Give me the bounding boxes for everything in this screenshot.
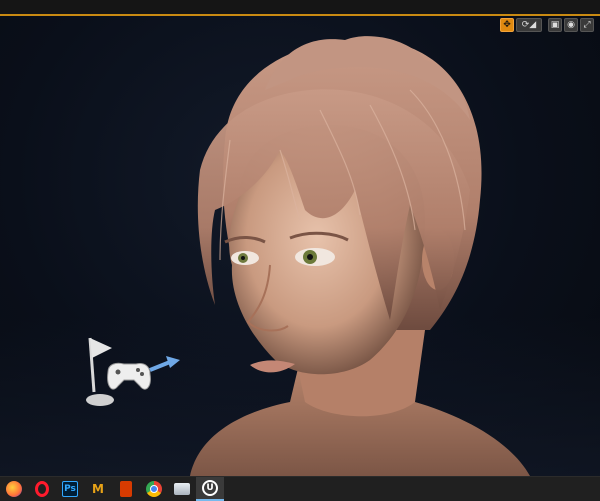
editor-top-bar: [0, 0, 600, 16]
firefox-icon: [6, 481, 22, 497]
os-taskbar: Ps M U: [0, 476, 600, 501]
taskbar-maya[interactable]: M: [84, 477, 112, 501]
camera-speed-icon[interactable]: ◉: [564, 18, 578, 32]
taskbar-opera[interactable]: [28, 477, 56, 501]
scale-snap-icon[interactable]: ▣: [548, 18, 562, 32]
unreal-engine-icon: U: [202, 480, 218, 496]
rotate-snap-icon[interactable]: ⟳◢: [516, 18, 542, 32]
office-icon: [120, 481, 132, 497]
viewport-toolbar: ✥ ⟳◢ ▣ ◉ ⤢: [500, 18, 594, 32]
taskbar-chrome[interactable]: [140, 477, 168, 501]
character-portrait[interactable]: [170, 30, 530, 476]
taskbar-photoshop[interactable]: Ps: [56, 477, 84, 501]
file-explorer-icon: [174, 483, 190, 495]
transform-gizmo-icon[interactable]: ✥: [500, 18, 514, 32]
maximize-viewport-icon[interactable]: ⤢: [580, 18, 594, 32]
taskbar-unreal-engine[interactable]: U: [196, 477, 224, 501]
taskbar-file-explorer[interactable]: [168, 477, 196, 501]
player-start-icon[interactable]: [78, 334, 183, 414]
taskbar-firefox[interactable]: [0, 477, 28, 501]
maya-icon: M: [92, 482, 104, 496]
opera-icon: [35, 481, 49, 497]
chrome-icon: [146, 481, 162, 497]
level-viewport[interactable]: ✥ ⟳◢ ▣ ◉ ⤢: [0, 16, 600, 476]
photoshop-icon: Ps: [62, 481, 78, 497]
taskbar-office[interactable]: [112, 477, 140, 501]
